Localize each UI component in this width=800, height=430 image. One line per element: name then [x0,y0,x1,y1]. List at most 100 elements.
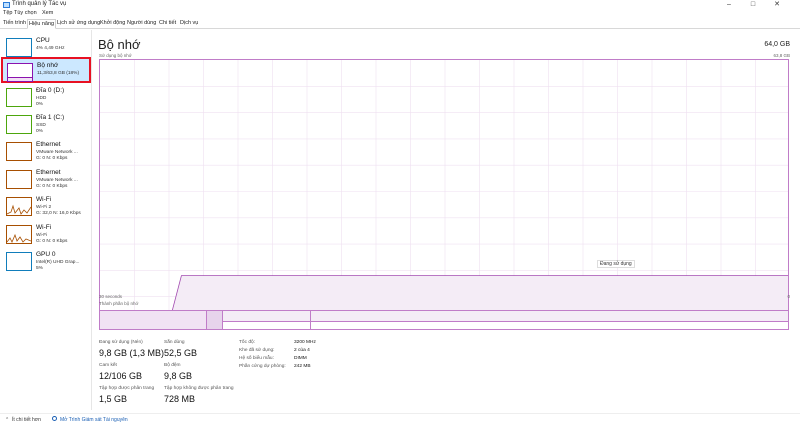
minimize-button[interactable]: – [722,0,736,9]
tab-bar: Tiến trình Hiệu năng Lịch sử ứng dụng Kh… [0,18,800,29]
slots-value: 2 của 4 [294,348,310,353]
available-value: 52,5 GB [164,348,198,358]
sidebar-item-label: Wi-Fi [36,196,52,203]
cached-label: Bộ đệm [164,363,181,368]
chevron-up-icon[interactable]: ⌃ [5,417,9,423]
committed-value: 12/106 GB [99,371,143,381]
memory-capacity: 64,0 GB [764,41,790,48]
in-use-value: 9,8 GB (1,3 MB) [99,348,165,358]
memory-thumbnail-graph [7,63,33,82]
slots-label: Khe đã sử dụng: [239,348,275,353]
wifi-thumbnail-graph [6,225,32,244]
memory-usage-graph-canvas [100,60,788,321]
composition-label: Thành phần bộ nhớ [99,301,139,306]
form-factor-value: DIMM [294,356,307,361]
sidebar-item-label: Đĩa 1 (C:) [36,114,65,121]
menu-options[interactable]: Tùy chọn [14,10,37,16]
nonpaged-pool-value: 728 MB [164,394,196,404]
usage-tooltip: Đang sử dụng [597,260,635,268]
tab-services[interactable]: Dịch vụ [179,19,199,29]
sidebar-item-value: G: 0 N: 0 Kbps [36,184,68,189]
sidebar-item-value: G: 0 N: 0 Kbps [36,239,68,244]
sidebar-item-detail: SSD [36,123,46,128]
sidebar-item-detail: 4% 4,49 GHz [36,46,65,51]
sidebar-item-gpu-0[interactable]: GPU 0 Intel(R) UHD Grap... 5% [2,248,90,274]
sidebar-item-label: Ethernet [36,141,61,148]
fewer-details-link[interactable]: Ít chi tiết hơn [12,417,41,423]
memory-usage-graph: Đang sử dụng [99,59,789,322]
sidebar-item-detail: 11,3/63,8 GB (18%) [37,71,80,76]
form-factor-label: Hệ số biểu mẫu: [239,356,274,361]
speed-label: Tốc độ: [239,340,255,345]
tab-performance[interactable]: Hiệu năng [27,19,57,29]
in-use-label: Đang sử dụng (Nén) [99,340,143,345]
sidebar-item-label: GPU 0 [36,251,56,258]
memory-detail-panel: Bộ nhớ 64,0 GB Sử dụng bộ nhớ 63,8 GB Đa… [96,30,796,410]
sidebar-item-label: CPU [36,37,50,44]
sidebar-item-label: Đĩa 0 (D:) [36,87,65,94]
tab-app-history[interactable]: Lịch sử ứng dụng [56,19,101,29]
sidebar-item-detail: Intel(R) UHD Grap... [36,260,80,265]
ethernet-thumbnail-graph [6,142,32,161]
close-button[interactable]: ✕ [770,0,784,9]
nonpaged-pool-label: Tập hợp không được phân trang [164,386,234,391]
composition-standby [223,311,311,329]
hardware-reserved-value: 242 MB [294,364,311,369]
paged-pool-value: 1,5 GB [99,394,128,404]
sidebar-item-detail: VMware Network ... [36,150,78,155]
menu-view[interactable]: Xem [42,10,53,16]
usage-graph-label: Sử dụng bộ nhớ [99,53,132,58]
sidebar-item-memory[interactable]: Bộ nhớ 11,3/63,8 GB (18%) [1,57,91,83]
memory-composition-bar [99,310,789,330]
composition-in-use [100,311,207,329]
tab-details[interactable]: Chi tiết [158,19,177,29]
tab-startup[interactable]: Khởi động [99,19,126,29]
cpu-thumbnail-graph [6,38,32,57]
gpu-thumbnail-graph [6,252,32,271]
sidebar-item-value: G: 0 N: 0 Kbps [36,156,68,161]
cached-value: 9,8 GB [164,371,193,381]
sidebar-item-wifi-2[interactable]: Wi-Fi Wi-Fi 2 G: 32,0 N: 16,0 Kbps [2,193,90,219]
sidebar-item-ethernet-2[interactable]: Ethernet VMware Network ... G: 0 N: 0 Kb… [2,166,90,192]
disk-thumbnail-graph [6,88,32,107]
sidebar-item-detail: Wi-Fi [36,233,48,238]
sidebar-item-label: Wi-Fi [36,224,52,231]
title-bar: Trình quản lý Tác vụ – □ ✕ [0,0,800,10]
menu-file[interactable]: Tệp [3,10,12,16]
sidebar-item-disk-1[interactable]: Đĩa 1 (C:) SSD 0% [2,111,90,137]
footer: ⌃ Ít chi tiết hơn Mở Trình Giám sát Tài … [0,413,800,427]
sidebar-item-detail: Wi-Fi 2 [36,205,52,210]
performance-sidebar: CPU 4% 4,49 GHz Bộ nhớ 11,3/63,8 GB (18%… [0,30,92,410]
sidebar-item-value: 0% [36,129,43,134]
sidebar-item-wifi[interactable]: Wi-Fi Wi-Fi G: 0 N: 0 Kbps [2,221,90,247]
open-resource-monitor-link[interactable]: Mở Trình Giám sát Tài nguyên [60,417,128,423]
sidebar-item-value: 5% [36,266,43,271]
sidebar-item-value: G: 32,0 N: 16,0 Kbps [36,211,81,216]
sidebar-item-detail: VMware Network ... [36,178,78,183]
hardware-reserved-label: Phần cứng dự phòng: [239,364,286,369]
usage-graph-max: 63,8 GB [773,53,790,58]
disk-thumbnail-graph [6,115,32,134]
menu-bar: Tệp Tùy chọn Xem [0,10,800,18]
sidebar-item-ethernet-1[interactable]: Ethernet VMware Network ... G: 0 N: 0 Kb… [2,138,90,164]
sidebar-item-detail: HDD [36,96,47,101]
sidebar-item-disk-0[interactable]: Đĩa 0 (D:) HDD 0% [2,84,90,110]
composition-modified [207,311,223,329]
committed-label: Cam kết [99,363,117,368]
task-manager-icon [3,2,10,8]
window-title: Trình quản lý Tác vụ [12,1,67,7]
paged-pool-label: Tập hợp được phân trang [99,386,155,391]
speed-value: 3200 MHz [294,340,316,345]
tab-processes[interactable]: Tiến trình [2,19,27,29]
wifi-thumbnail-graph [6,197,32,216]
sidebar-item-label: Ethernet [36,169,61,176]
sidebar-item-label: Bộ nhớ [37,62,59,69]
graph-zero-label: 0 [787,294,790,299]
sidebar-item-value: 0% [36,102,43,107]
available-label: Sẵn dùng [164,340,185,345]
page-title: Bộ nhớ [98,37,141,52]
graph-time-label: 30 seconds [99,294,123,299]
tab-users[interactable]: Người dùng [126,19,157,29]
maximize-button[interactable]: □ [746,0,760,9]
ethernet-thumbnail-graph [6,170,32,189]
